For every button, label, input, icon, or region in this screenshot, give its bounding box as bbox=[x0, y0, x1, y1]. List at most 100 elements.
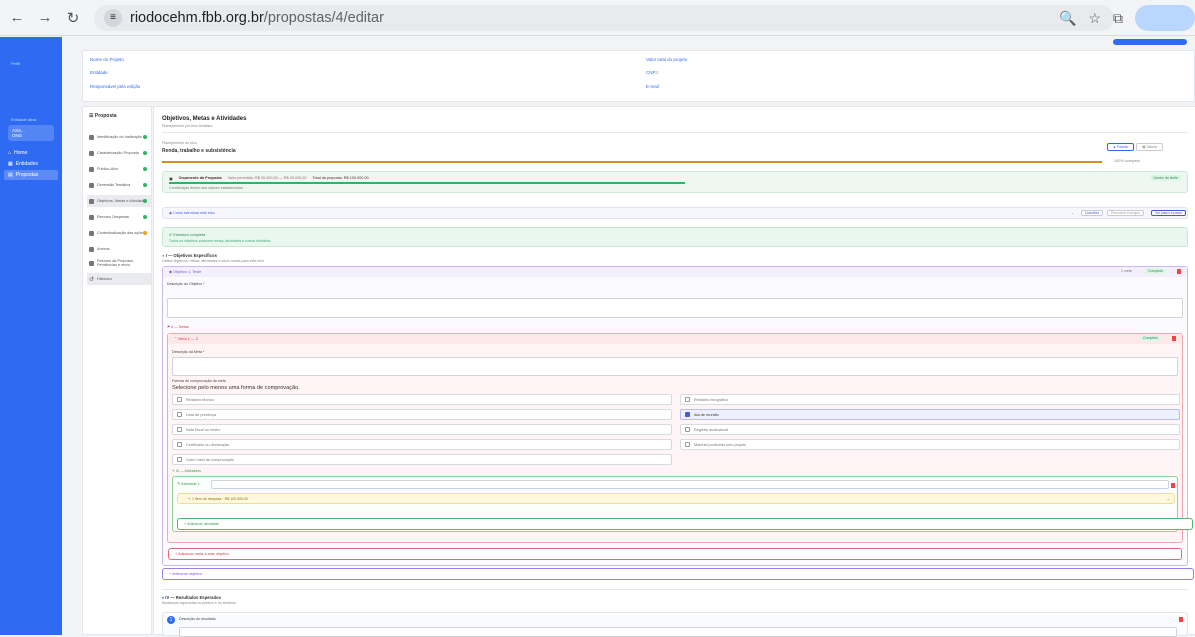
top-action-button[interactable] bbox=[1113, 39, 1187, 45]
step-publico-alvo[interactable]: Público-Alvo bbox=[87, 163, 151, 175]
delete-atividade-icon[interactable] bbox=[1171, 483, 1175, 488]
step-dimensao-tematica[interactable]: Dimensão Temática bbox=[87, 179, 151, 191]
sidebar-item-label: Entidades bbox=[15, 161, 38, 167]
add-meta-button[interactable]: + Adicionar meta a este objetivo bbox=[168, 548, 1182, 560]
resultado-desc-input[interactable] bbox=[179, 627, 1177, 637]
delete-meta-icon[interactable] bbox=[1172, 336, 1176, 341]
step-resumo-proposta[interactable]: Resumo da Proposta, Pendências e envio bbox=[87, 257, 151, 269]
orcamento-note: Contribuição dentro dos valores estabele… bbox=[169, 186, 244, 190]
back-icon[interactable]: ← bbox=[6, 7, 28, 29]
meta-card: ⌃ Meta 1 — 3 Completo Descrição da Meta … bbox=[167, 333, 1193, 560]
address-bar[interactable]: ≡ riodocehm.fbb.org.br/propostas/4/edita… bbox=[94, 4, 1114, 31]
preencher-exemplo-button[interactable]: Preencher Exemplo bbox=[1107, 210, 1144, 216]
bookmark-star-icon[interactable]: ☆ bbox=[1088, 10, 1101, 27]
questoes-button[interactable]: Questões bbox=[1081, 210, 1104, 216]
delete-objetivo-icon[interactable] bbox=[1177, 269, 1181, 274]
add-objetivo-label: + Adicionar objetivo bbox=[169, 572, 203, 576]
entity-selector[interactable]: ASS... ONG bbox=[8, 125, 54, 141]
summary-icon bbox=[89, 260, 94, 266]
step-caracterizacao[interactable]: Caracterização Proposta bbox=[87, 147, 151, 159]
site-settings-icon[interactable]: ≡ bbox=[104, 8, 122, 27]
sidebar-item-label: Home bbox=[14, 150, 28, 156]
profile-avatar[interactable] bbox=[1135, 5, 1195, 31]
view-tabela-button[interactable]: ▦ Tabela bbox=[1136, 143, 1163, 151]
despesa-row[interactable]: ✎ 1 item de despesa · R$ 100.000,00 ⌄ bbox=[177, 493, 1175, 504]
estrutura-bar[interactable]: ◉ Como estruturar este eixo ⌄ Questões P… bbox=[162, 207, 1188, 219]
step-objetivos-metas[interactable]: Objetivos, Metas e Atividades bbox=[87, 195, 151, 207]
sidebar-entity-label: Entidade ativa bbox=[11, 117, 37, 122]
sidebar-item-entidades[interactable]: ▦ Entidades bbox=[8, 161, 38, 167]
forma-nota-fiscal[interactable]: Nota fiscal ou recibo bbox=[172, 424, 672, 435]
status-text: Todos os objetivos possuem metas, ativid… bbox=[169, 239, 272, 243]
reload-icon[interactable]: ↻ bbox=[62, 7, 84, 29]
chevron-icon: ◆ bbox=[169, 270, 172, 274]
estrutura-status-box: ✔ Estrutura completa Todos os objetivos … bbox=[162, 227, 1188, 247]
objetivo-desc-label: Descrição do Objetivo * bbox=[167, 282, 205, 286]
eixo-label: Planejamento do eixo bbox=[162, 141, 197, 145]
view-padrao-button[interactable]: ▲ Padrão bbox=[1107, 143, 1134, 151]
passo-a-passo-button[interactable]: Ver passo a passo bbox=[1151, 210, 1187, 216]
add-atividade-button[interactable]: + Adicionar atividade bbox=[177, 518, 1193, 530]
forma-certificado[interactable]: Certificado ou declaração bbox=[172, 439, 672, 450]
sidebar-item-label: Propostas bbox=[15, 172, 39, 178]
chart-icon: ▲ bbox=[1112, 145, 1117, 149]
atividade-input[interactable] bbox=[211, 480, 1169, 489]
url-path: /propostas/4/editar bbox=[263, 9, 384, 26]
orcamento-range: Valor permitido: R$ 00.000,00 — R$ 00.00… bbox=[227, 176, 307, 180]
context-icon bbox=[89, 230, 94, 236]
objetivo-desc-input[interactable] bbox=[167, 298, 1183, 318]
meta-label: ⌃ Meta 1 — 3 bbox=[174, 337, 198, 341]
status-complete-icon bbox=[143, 215, 147, 219]
forma-relatorio-fotografico[interactable]: Relatório fotográfico bbox=[680, 394, 1180, 405]
forma-lista-presenca[interactable]: Lista de presença bbox=[172, 409, 672, 420]
objetivo-dot-icon: ● bbox=[162, 253, 165, 258]
step-contextualizacao[interactable]: Contextualização das ações bbox=[87, 227, 151, 239]
objetivo-header[interactable]: ◆ Objetivo 1: Teste 1 meta Completo bbox=[163, 267, 1187, 277]
sidebar-item-propostas[interactable]: ▤ Propostas bbox=[4, 170, 58, 180]
orcamento-card: ▣ Orçamento da Proposta Valor permitido:… bbox=[162, 171, 1188, 193]
forma-outro-meio[interactable]: Outro meio de comprovação bbox=[172, 454, 672, 465]
atividade-label: ✎ Atividade 1 bbox=[177, 482, 200, 486]
forma-ata-reuniao[interactable]: Ata de reunião bbox=[680, 409, 1180, 420]
progress-bar bbox=[162, 161, 1102, 163]
check-circle-icon: ✔ bbox=[169, 233, 173, 237]
extensions-icon[interactable]: ⧉ bbox=[1113, 10, 1123, 27]
forma-registro-audiovisual[interactable]: Registro audiovisual bbox=[680, 424, 1180, 435]
orcamento-bar bbox=[169, 182, 685, 184]
building-icon: ▦ bbox=[8, 161, 13, 167]
sidebar-item-home[interactable]: ⌂ Home bbox=[8, 150, 27, 156]
orcamento-badge: Dentro do limite bbox=[1150, 175, 1181, 181]
delete-resultado-icon[interactable] bbox=[1179, 617, 1183, 622]
meta-header[interactable]: ⌃ Meta 1 — 3 Completo bbox=[168, 334, 1182, 344]
objetivos-sub: Defina objetivos, metas, atividades e se… bbox=[162, 259, 265, 263]
forma-material-produzido[interactable]: Material produzido pelo projeto bbox=[680, 439, 1180, 450]
chevron-down-icon[interactable]: ⌄ bbox=[1071, 211, 1074, 215]
eixo-title: Renda, trabalho e subsistência bbox=[162, 148, 236, 154]
add-atividade-label: + Adicionar atividade bbox=[184, 522, 220, 526]
atividade-card: ✎ Atividade 1 ✎ 1 item de despesa · R$ 1… bbox=[172, 476, 1193, 532]
url-host: riodocehm.fbb.org.br bbox=[130, 9, 264, 26]
page-subtitle: Planejamento por eixo temático bbox=[162, 124, 213, 128]
meta-desc-input[interactable] bbox=[172, 357, 1178, 376]
forma-relatorio-tecnico[interactable]: Relatório técnico bbox=[172, 394, 672, 405]
info-nome-projeto: Nome do Projeto bbox=[90, 57, 124, 62]
objetivos-header: ● I — Objetivos Específicos bbox=[162, 253, 217, 258]
step-resumo-despesas[interactable]: Resumo Despesas bbox=[87, 211, 151, 223]
status-complete-icon bbox=[143, 199, 147, 203]
attachment-icon bbox=[89, 246, 94, 252]
progress-text: 100% completo bbox=[1114, 159, 1141, 163]
step-historico[interactable]: ↺ Histórico bbox=[87, 273, 151, 285]
wallet-icon: ▣ bbox=[169, 177, 173, 181]
step-identificacao[interactable]: Identificação do Instituição bbox=[87, 131, 151, 143]
forward-icon[interactable]: → bbox=[34, 7, 56, 29]
add-objetivo-button[interactable]: + Adicionar objetivo bbox=[162, 568, 1194, 580]
coin-icon: ✎ bbox=[188, 497, 192, 501]
zoom-icon[interactable]: 🔍 bbox=[1059, 10, 1076, 27]
step-anexos[interactable]: Anexos bbox=[87, 243, 151, 255]
sidebar-section-label: Perfil bbox=[11, 61, 21, 66]
info-email: E-mail bbox=[646, 84, 659, 89]
orcamento-total: Total da proposta: R$ 100.000,00 bbox=[312, 176, 369, 180]
chevron-down-icon[interactable]: ⌄ bbox=[1167, 496, 1170, 501]
money-icon bbox=[89, 214, 94, 220]
add-meta-label: + Adicionar meta a este objetivo bbox=[175, 552, 229, 556]
